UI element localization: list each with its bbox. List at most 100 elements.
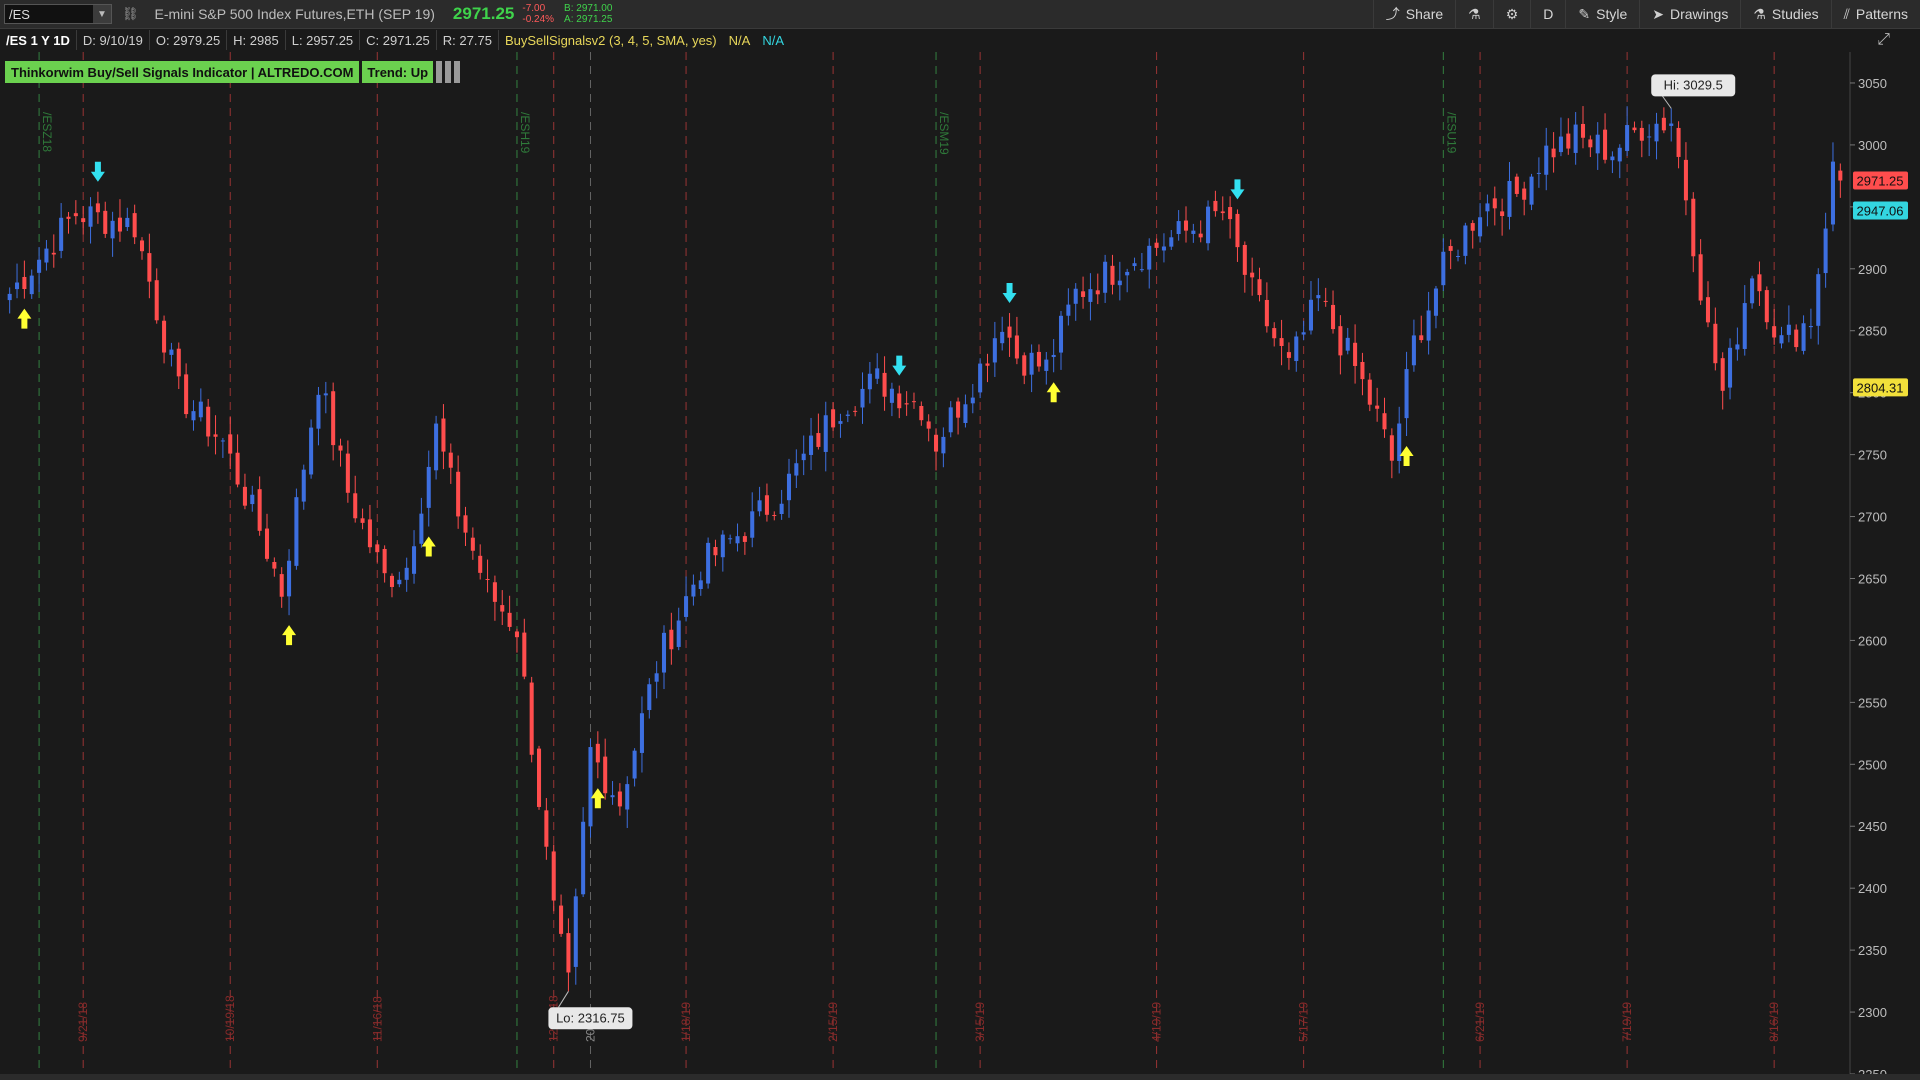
y-tick-label: 2450: [1858, 819, 1887, 834]
last-price: 2971.25: [452, 4, 515, 23]
candle-body: [294, 497, 299, 566]
candle-body: [88, 206, 93, 227]
price-tag-label: 2947.06: [1857, 203, 1904, 218]
candle-body: [1220, 211, 1225, 214]
flask-button[interactable]: ⚗: [1455, 0, 1493, 28]
candle-body: [7, 293, 12, 301]
candle-body: [1683, 159, 1688, 201]
month-label: 4/19/19: [1150, 1002, 1164, 1042]
candle-body: [639, 713, 644, 753]
patterns-button[interactable]: ⫽ Patterns: [1830, 0, 1920, 28]
candle-body: [1147, 245, 1152, 270]
candle-body: [1308, 299, 1314, 331]
month-label: 2/15/19: [826, 1002, 840, 1042]
candle-body: [1382, 413, 1387, 430]
candle-body: [1338, 326, 1343, 356]
candle-body: [456, 471, 461, 517]
candle-body: [404, 567, 409, 580]
link-icon[interactable]: ⛓: [122, 6, 139, 22]
candle-body: [228, 434, 233, 454]
candle-body: [139, 240, 145, 252]
candle-body: [1264, 299, 1269, 327]
ask-value: A: 2971.25: [564, 14, 613, 25]
study-label[interactable]: BuySellSignalsv2 (3, 4, 5, SMA, yes): [499, 33, 723, 48]
candle-body: [1404, 369, 1409, 419]
candle-body: [492, 582, 497, 602]
candle-body: [22, 276, 27, 290]
candle-body: [1735, 344, 1740, 350]
candle-body: [1801, 323, 1806, 351]
candle-body: [1375, 405, 1380, 409]
month-label: 1/18/19: [679, 1002, 693, 1042]
candle-body: [1316, 295, 1321, 299]
chevron-down-icon[interactable]: ▼: [93, 5, 111, 23]
candle-body: [698, 580, 703, 590]
candle-body: [809, 435, 814, 455]
candle-body: [617, 791, 622, 807]
candle-body: [1676, 127, 1681, 157]
settings-button[interactable]: ⚙: [1492, 0, 1531, 28]
candle-body: [73, 213, 78, 217]
aggregation-label: D: [1543, 6, 1554, 22]
month-label: 11/16/18: [370, 996, 384, 1042]
candle-body: [772, 515, 777, 517]
candle-body: [1206, 206, 1211, 244]
candle-body: [522, 632, 527, 677]
candle-body: [412, 546, 417, 574]
candle-body: [669, 629, 674, 650]
candle-body: [1529, 176, 1534, 205]
candle-body: [970, 397, 975, 404]
candle-body: [757, 500, 762, 512]
symbol-selector[interactable]: /ES ▼: [4, 4, 112, 24]
candle-body: [470, 537, 475, 551]
candle-body: [1044, 359, 1049, 371]
y-tick-label: 2900: [1858, 262, 1887, 277]
candle-body: [463, 515, 468, 533]
candle-body: [1007, 326, 1012, 338]
bar-date: D: 9/10/19: [77, 30, 150, 50]
candle-body: [588, 747, 593, 827]
candle-body: [1125, 271, 1130, 276]
style-button[interactable]: ✎ Style: [1565, 0, 1639, 28]
candle-body: [184, 374, 189, 415]
candle-body: [1272, 328, 1277, 339]
candle-body: [1816, 274, 1821, 326]
candle-body: [485, 579, 490, 581]
candle-body: [1169, 237, 1174, 247]
symbol-period[interactable]: /ES 1 Y 1D: [0, 30, 77, 50]
price-chart[interactable]: 9/21/1810/19/1811/16/1812/21/1820191/18/…: [0, 52, 1920, 1074]
candle-body: [1838, 170, 1843, 181]
candle-body: [559, 905, 564, 934]
candle-body: [235, 452, 240, 485]
candle-body: [345, 453, 350, 493]
bid-ask: B: 2971.00 A: 2971.25: [564, 3, 612, 25]
candle-body: [1081, 291, 1086, 297]
horizontal-scrollbar[interactable]: [0, 1074, 1920, 1080]
candle-body: [845, 414, 850, 416]
candle-body: [507, 612, 512, 627]
candle-body: [1242, 244, 1247, 275]
aggregation-button[interactable]: D: [1530, 0, 1565, 28]
candle-body: [250, 494, 255, 505]
candle-body: [963, 404, 968, 424]
candle-body: [1110, 265, 1115, 285]
expand-chart-icon[interactable]: ⤢: [1877, 31, 1890, 49]
candle-body: [1757, 274, 1762, 292]
drawings-button[interactable]: ➤ Drawings: [1639, 0, 1740, 28]
candle-body: [992, 338, 997, 363]
candle-body: [1331, 304, 1336, 330]
studies-button[interactable]: ⚗ Studies: [1740, 0, 1830, 28]
candle-body: [1823, 228, 1828, 274]
candle-body: [1455, 256, 1461, 258]
candle-body: [1301, 332, 1306, 335]
candle-body: [566, 933, 571, 973]
candle-body: [529, 682, 534, 755]
candle-body: [301, 469, 306, 502]
share-button[interactable]: ⤴ Share: [1372, 0, 1455, 28]
candle-body: [1485, 203, 1490, 212]
y-tick-label: 2850: [1858, 324, 1887, 339]
candle-body: [1367, 379, 1372, 405]
y-tick-label: 2600: [1858, 633, 1887, 648]
candle-body: [242, 486, 247, 506]
candle-body: [595, 743, 600, 763]
